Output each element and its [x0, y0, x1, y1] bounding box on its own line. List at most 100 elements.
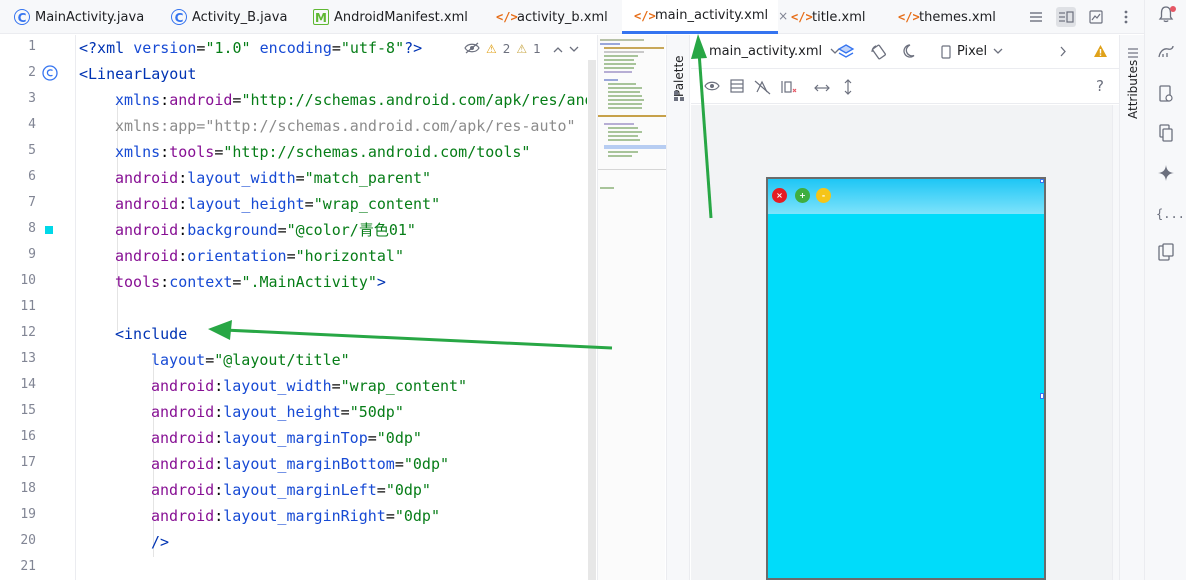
attributes-tab[interactable]: Attributes [1126, 60, 1140, 119]
xml-file-icon: </> [898, 10, 920, 24]
xml-file-icon: </> [791, 10, 813, 24]
tab-activity-b-java[interactable]: C Activity_B.java [171, 0, 287, 34]
previous-highlight-icon[interactable] [553, 42, 563, 56]
window-maximize-button[interactable]: + [795, 188, 810, 203]
line-number: 3 [28, 91, 36, 106]
xml-file-icon: </> [634, 8, 656, 23]
included-title-bar[interactable]: × + - [768, 179, 1044, 214]
minimap-line [604, 59, 634, 61]
layout-file-selector[interactable]: main_activity.xml [709, 44, 840, 59]
more-options-icon[interactable] [1116, 7, 1136, 27]
attributes-tool-strip[interactable]: Attributes [1119, 35, 1144, 580]
code-line-3: xmlns:android="http://schemas.android.co… [115, 91, 587, 109]
device-manager-icon[interactable] [1156, 85, 1176, 105]
line-number: 6 [28, 169, 36, 184]
gemini-sparkle-icon[interactable] [1156, 164, 1176, 184]
editor-view-mode-group [1026, 0, 1136, 34]
code-line-17: android:layout_marginBottom="0dp" [151, 455, 450, 473]
reader-mode-icon[interactable] [464, 42, 480, 57]
gradle-icon[interactable] [1156, 44, 1176, 64]
chevron-right-icon[interactable] [1060, 46, 1067, 61]
window-close-button[interactable]: × [772, 188, 787, 203]
line-number: 19 [20, 507, 36, 522]
line-number: 15 [20, 403, 36, 418]
window-minimize-button[interactable]: - [816, 188, 831, 203]
expand-vertical-icon[interactable] [843, 78, 853, 100]
inspection-widget[interactable]: ⚠ 2 ⚠ 1 [460, 38, 583, 60]
line-number: 8 [28, 221, 36, 236]
code-line-20: /> [151, 533, 170, 551]
attributes-icon[interactable] [1127, 44, 1139, 63]
minimap-line [608, 91, 640, 93]
autoconnect-off-icon[interactable] [754, 79, 772, 99]
code-minimap[interactable] [597, 35, 666, 580]
resource-manager-icon[interactable] [1156, 243, 1176, 263]
night-mode-icon[interactable] [903, 43, 919, 63]
tab-themes-xml[interactable]: </> themes.xml [898, 0, 996, 34]
tab-label: themes.xml [919, 9, 996, 25]
split-view-icon[interactable] [1056, 7, 1076, 27]
minimap-line [608, 155, 632, 157]
code-editor[interactable]: <?xml version="1.0" encoding="utf-8"?> <… [77, 35, 587, 580]
json-structure-icon[interactable]: {...} [1156, 204, 1186, 224]
minimap-line [608, 83, 636, 85]
device-name: Pixel [957, 44, 988, 59]
tab-label: AndroidManifest.xml [334, 9, 468, 25]
java-class-icon: C [14, 9, 30, 25]
expand-horizontal-icon[interactable] [813, 81, 831, 97]
selection-handle[interactable] [1040, 179, 1044, 183]
notification-badge [1170, 6, 1176, 12]
code-line-18: android:layout_marginLeft="0dp" [151, 481, 431, 499]
device-mirroring-icon[interactable] [1156, 124, 1176, 144]
tab-mainactivity-java[interactable]: C MainActivity.java [14, 0, 144, 34]
design-view-icon[interactable] [1086, 7, 1106, 27]
view-options-eye-icon[interactable] [704, 80, 720, 96]
minimap-line [608, 87, 642, 89]
design-surface-layers-icon[interactable] [837, 43, 855, 65]
device-selector[interactable]: Pixel [941, 44, 1003, 59]
clear-constraints-icon[interactable] [780, 79, 798, 99]
editor-gutter: 1 2 3 4 5 6 7 8 9 10 11 12 13 14 15 16 1… [0, 35, 76, 580]
code-view-icon[interactable] [1026, 7, 1046, 27]
selection-handle[interactable] [1040, 393, 1044, 399]
tab-label: main_activity.xml [655, 8, 769, 23]
line-number: 14 [20, 377, 36, 392]
guidelines-icon[interactable] [730, 79, 744, 97]
line-number: 21 [20, 559, 36, 574]
code-line-2: <LinearLayout [79, 65, 197, 83]
class-reference-icon[interactable] [42, 65, 58, 85]
component-tree-icon[interactable] [673, 87, 685, 106]
line-number: 10 [20, 273, 36, 288]
tab-androidmanifest-xml[interactable]: M AndroidManifest.xml [313, 0, 468, 34]
code-line-9: android:orientation="horizontal" [115, 247, 404, 265]
minimap-line [604, 63, 636, 65]
line-number: 1 [28, 39, 36, 54]
tab-main-activity-xml[interactable]: </> main_activity.xml × [622, 0, 788, 34]
minimap-line [608, 103, 642, 105]
tab-label: activity_b.xml [517, 9, 608, 25]
code-line-5: xmlns:tools="http://schemas.android.com/… [115, 143, 531, 161]
minimap-line [608, 135, 638, 137]
code-line-4: xmlns:app="http://schemas.android.com/ap… [115, 117, 576, 135]
minimap-line [608, 95, 642, 97]
manifest-icon: M [313, 9, 329, 25]
line-number: 5 [28, 143, 36, 158]
tab-activity-b-xml[interactable]: </> activity_b.xml [496, 0, 608, 34]
palette-tool-strip[interactable]: Palette [666, 35, 690, 580]
line-number: 2 [28, 65, 36, 80]
design-toolbar-secondary: ? [691, 70, 1119, 104]
next-highlight-icon[interactable] [569, 42, 579, 56]
editor-vertical-scrollbar[interactable] [588, 60, 596, 580]
device-preview[interactable]: × + - [766, 177, 1046, 580]
canvas-vertical-scrollbar[interactable] [1112, 105, 1119, 580]
java-class-icon: C [171, 9, 187, 25]
orientation-rotate-icon[interactable] [870, 43, 888, 65]
color-swatch-icon[interactable] [45, 226, 53, 234]
tab-title-xml[interactable]: </> title.xml [791, 0, 866, 34]
close-tab-icon[interactable]: × [778, 9, 788, 23]
editor-tab-bar: C MainActivity.java C Activity_B.java M … [0, 0, 1144, 34]
tab-label: title.xml [812, 9, 866, 25]
minimap-line [604, 71, 632, 73]
help-icon[interactable]: ? [1096, 77, 1104, 95]
layout-warning-icon[interactable] [1093, 44, 1108, 62]
